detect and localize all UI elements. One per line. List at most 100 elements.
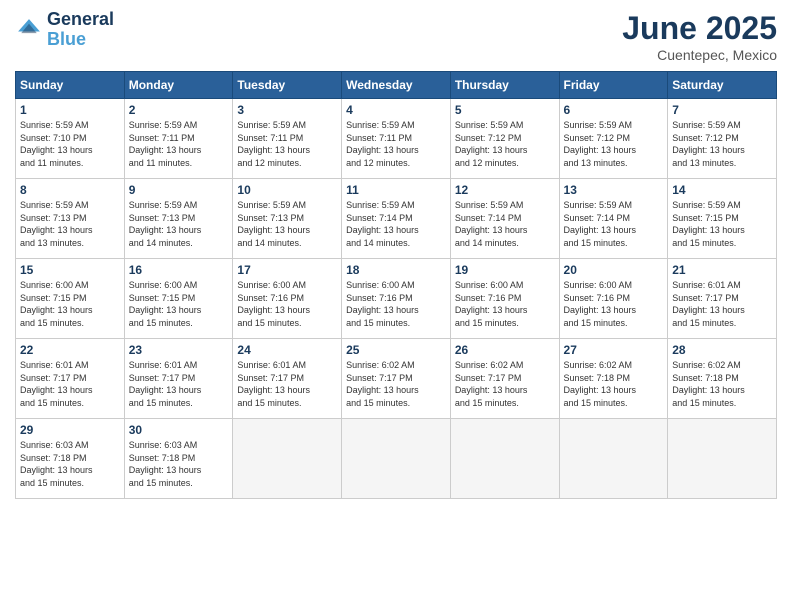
day-cell-18: 18 Sunrise: 6:00 AM Sunset: 7:16 PM Dayli…	[342, 259, 451, 339]
day-number: 26	[455, 343, 555, 357]
day-number: 12	[455, 183, 555, 197]
day-info: Sunrise: 5:59 AM Sunset: 7:13 PM Dayligh…	[20, 199, 120, 249]
day-number: 28	[672, 343, 772, 357]
day-number: 18	[346, 263, 446, 277]
day-number: 20	[564, 263, 664, 277]
day-info: Sunrise: 6:02 AM Sunset: 7:17 PM Dayligh…	[455, 359, 555, 409]
calendar-row-1: 1 Sunrise: 5:59 AM Sunset: 7:10 PM Daylig…	[16, 99, 777, 179]
day-number: 19	[455, 263, 555, 277]
day-number: 17	[237, 263, 337, 277]
day-info: Sunrise: 6:00 AM Sunset: 7:15 PM Dayligh…	[129, 279, 229, 329]
day-cell-13: 13Sunrise: 5:59 AM Sunset: 7:14 PM Dayli…	[559, 179, 668, 259]
day-info: Sunrise: 5:59 AM Sunset: 7:14 PM Dayligh…	[346, 199, 446, 249]
logo-icon	[15, 16, 43, 44]
day-number: 23	[129, 343, 229, 357]
day-number: 2	[129, 103, 229, 117]
day-cell-8: 8Sunrise: 5:59 AM Sunset: 7:13 PM Daylig…	[16, 179, 125, 259]
day-cell-23: 23 Sunrise: 6:01 AM Sunset: 7:17 PM Dayli…	[124, 339, 233, 419]
logo: General Blue	[15, 10, 114, 50]
day-info: Sunrise: 5:59 AM Sunset: 7:13 PM Dayligh…	[237, 199, 337, 249]
day-cell-7: 7 Sunrise: 5:59 AM Sunset: 7:12 PM Daylig…	[668, 99, 777, 179]
title-area: June 2025 Cuentepec, Mexico	[622, 10, 777, 63]
day-info: Sunrise: 5:59 AM Sunset: 7:12 PM Dayligh…	[672, 119, 772, 169]
day-number: 14	[672, 183, 772, 197]
weekday-header-friday: Friday	[559, 72, 668, 99]
day-cell-6: 6 Sunrise: 5:59 AM Sunset: 7:12 PM Daylig…	[559, 99, 668, 179]
day-info: Sunrise: 5:59 AM Sunset: 7:12 PM Dayligh…	[455, 119, 555, 169]
day-cell-25: 25Sunrise: 6:02 AM Sunset: 7:17 PM Dayli…	[342, 339, 451, 419]
empty-cell	[342, 419, 451, 499]
month-title: June 2025	[622, 10, 777, 47]
day-cell-28: 28 Sunrise: 6:02 AM Sunset: 7:18 PM Dayli…	[668, 339, 777, 419]
day-cell-10: 10 Sunrise: 5:59 AM Sunset: 7:13 PM Dayli…	[233, 179, 342, 259]
day-info: Sunrise: 6:01 AM Sunset: 7:17 PM Dayligh…	[672, 279, 772, 329]
day-info: Sunrise: 6:01 AM Sunset: 7:17 PM Dayligh…	[20, 359, 120, 409]
day-info: Sunrise: 5:59 AM Sunset: 7:15 PM Dayligh…	[672, 199, 772, 249]
day-number: 11	[346, 183, 446, 197]
day-info: Sunrise: 5:59 AM Sunset: 7:13 PM Dayligh…	[129, 199, 229, 249]
day-cell-20: 20 Sunrise: 6:00 AM Sunset: 7:16 PM Dayli…	[559, 259, 668, 339]
weekday-header-row: SundayMondayTuesdayWednesdayThursdayFrid…	[16, 72, 777, 99]
day-info: Sunrise: 6:02 AM Sunset: 7:18 PM Dayligh…	[672, 359, 772, 409]
location-title: Cuentepec, Mexico	[622, 47, 777, 63]
day-cell-9: 9 Sunrise: 5:59 AM Sunset: 7:13 PM Daylig…	[124, 179, 233, 259]
day-cell-3: 3Sunrise: 5:59 AM Sunset: 7:11 PM Daylig…	[233, 99, 342, 179]
day-cell-5: 5 Sunrise: 5:59 AM Sunset: 7:12 PM Daylig…	[450, 99, 559, 179]
day-number: 27	[564, 343, 664, 357]
day-number: 29	[20, 423, 120, 437]
day-number: 9	[129, 183, 229, 197]
day-cell-29: 29 Sunrise: 6:03 AM Sunset: 7:18 PM Dayli…	[16, 419, 125, 499]
day-info: Sunrise: 5:59 AM Sunset: 7:11 PM Dayligh…	[346, 119, 446, 169]
day-cell-26: 26 Sunrise: 6:02 AM Sunset: 7:17 PM Dayli…	[450, 339, 559, 419]
day-cell-4: 4 Sunrise: 5:59 AM Sunset: 7:11 PM Daylig…	[342, 99, 451, 179]
logo-text: General Blue	[47, 10, 114, 50]
day-number: 5	[455, 103, 555, 117]
day-cell-14: 14 Sunrise: 5:59 AM Sunset: 7:15 PM Dayli…	[668, 179, 777, 259]
day-info: Sunrise: 5:59 AM Sunset: 7:12 PM Dayligh…	[564, 119, 664, 169]
day-cell-22: 22 Sunrise: 6:01 AM Sunset: 7:17 PM Dayli…	[16, 339, 125, 419]
calendar-table: SundayMondayTuesdayWednesdayThursdayFrid…	[15, 71, 777, 499]
day-info: Sunrise: 6:01 AM Sunset: 7:17 PM Dayligh…	[129, 359, 229, 409]
day-cell-30: 30Sunrise: 6:03 AM Sunset: 7:18 PM Dayli…	[124, 419, 233, 499]
day-cell-27: 27 Sunrise: 6:02 AM Sunset: 7:18 PM Dayli…	[559, 339, 668, 419]
calendar-row-2: 8Sunrise: 5:59 AM Sunset: 7:13 PM Daylig…	[16, 179, 777, 259]
header: General Blue June 2025 Cuentepec, Mexico	[15, 10, 777, 63]
weekday-header-wednesday: Wednesday	[342, 72, 451, 99]
day-cell-11: 11 Sunrise: 5:59 AM Sunset: 7:14 PM Dayli…	[342, 179, 451, 259]
day-number: 22	[20, 343, 120, 357]
day-cell-2: 2 Sunrise: 5:59 AM Sunset: 7:11 PM Daylig…	[124, 99, 233, 179]
day-info: Sunrise: 5:59 AM Sunset: 7:11 PM Dayligh…	[129, 119, 229, 169]
empty-cell	[450, 419, 559, 499]
weekday-header-thursday: Thursday	[450, 72, 559, 99]
day-number: 24	[237, 343, 337, 357]
day-number: 10	[237, 183, 337, 197]
day-cell-16: 16 Sunrise: 6:00 AM Sunset: 7:15 PM Dayli…	[124, 259, 233, 339]
day-number: 4	[346, 103, 446, 117]
weekday-header-sunday: Sunday	[16, 72, 125, 99]
day-cell-15: 15Sunrise: 6:00 AM Sunset: 7:15 PM Dayli…	[16, 259, 125, 339]
day-info: Sunrise: 6:03 AM Sunset: 7:18 PM Dayligh…	[20, 439, 120, 489]
calendar-row-3: 15 Sunrise: 6:00 AM Sunset: 7:15 PM Dayli…	[16, 259, 777, 339]
day-info: Sunrise: 6:00 AM Sunset: 7:16 PM Dayligh…	[346, 279, 446, 329]
day-number: 25	[346, 343, 446, 357]
day-number: 6	[564, 103, 664, 117]
calendar-row-4: 22 Sunrise: 6:01 AM Sunset: 7:17 PM Dayli…	[16, 339, 777, 419]
day-info: Sunrise: 6:01 AM Sunset: 7:17 PM Dayligh…	[237, 359, 337, 409]
weekday-header-monday: Monday	[124, 72, 233, 99]
day-number: 1	[20, 103, 120, 117]
weekday-header-saturday: Saturday	[668, 72, 777, 99]
day-number: 13	[564, 183, 664, 197]
day-number: 7	[672, 103, 772, 117]
day-info: Sunrise: 6:02 AM Sunset: 7:18 PM Dayligh…	[564, 359, 664, 409]
day-cell-17: 17Sunrise: 6:00 AM Sunset: 7:16 PM Dayli…	[233, 259, 342, 339]
calendar-row-5: 29 Sunrise: 6:03 AM Sunset: 7:18 PM Dayli…	[16, 419, 777, 499]
empty-cell	[668, 419, 777, 499]
day-number: 16	[129, 263, 229, 277]
day-cell-12: 12Sunrise: 5:59 AM Sunset: 7:14 PM Dayli…	[450, 179, 559, 259]
day-info: Sunrise: 5:59 AM Sunset: 7:11 PM Dayligh…	[237, 119, 337, 169]
day-number: 15	[20, 263, 120, 277]
day-info: Sunrise: 5:59 AM Sunset: 7:10 PM Dayligh…	[20, 119, 120, 169]
empty-cell	[559, 419, 668, 499]
weekday-header-tuesday: Tuesday	[233, 72, 342, 99]
day-info: Sunrise: 6:00 AM Sunset: 7:16 PM Dayligh…	[564, 279, 664, 329]
